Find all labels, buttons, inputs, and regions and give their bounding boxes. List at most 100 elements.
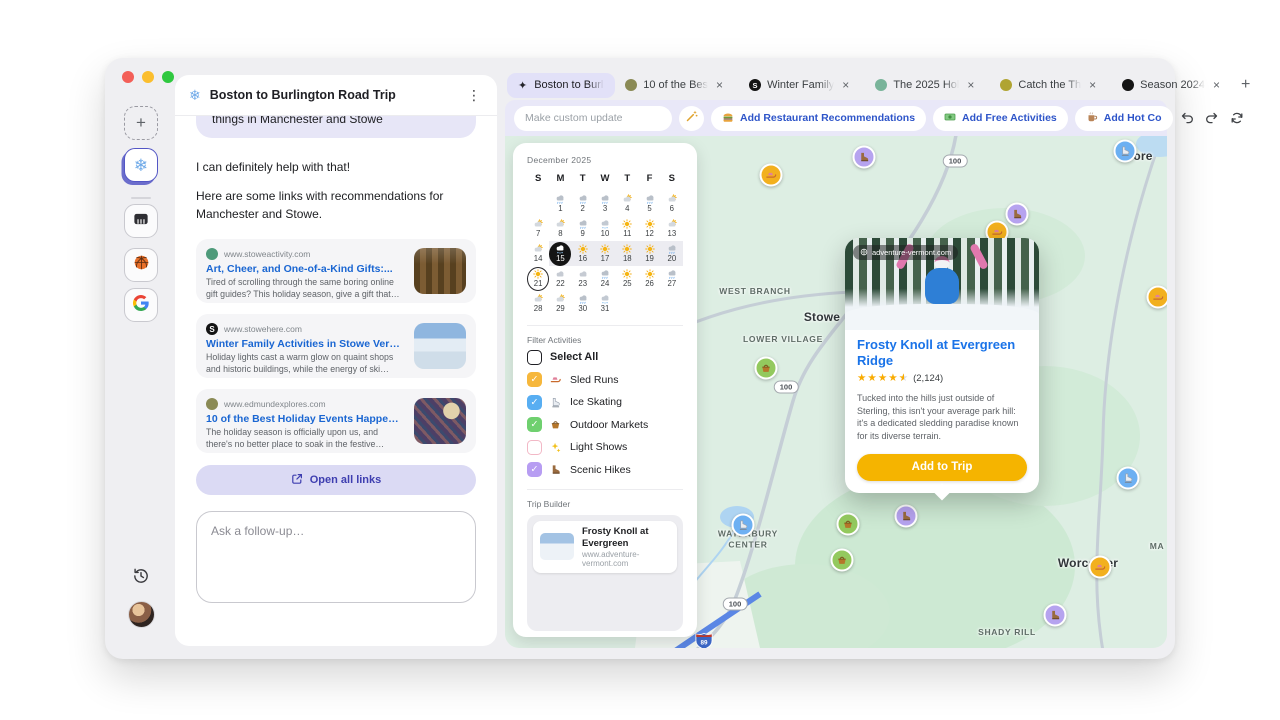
history-button[interactable] xyxy=(132,567,151,586)
calendar-day[interactable]: 13 xyxy=(661,216,683,241)
calendar-day[interactable]: 14 xyxy=(527,241,549,266)
link-card[interactable]: www.edmundexplores.com 10 of the Best Hol… xyxy=(196,389,476,453)
magic-wand-button[interactable] xyxy=(679,105,704,131)
calendar-day[interactable]: 18 xyxy=(616,241,639,266)
checkbox[interactable]: ✓ xyxy=(527,417,542,433)
close-window-button[interactable] xyxy=(122,71,134,83)
calendar-day[interactable]: 8 xyxy=(549,216,571,241)
close-tab-icon[interactable]: × xyxy=(965,78,976,92)
minimize-window-button[interactable] xyxy=(142,71,154,83)
calendar-day[interactable]: 6 xyxy=(661,191,683,216)
close-tab-icon[interactable]: × xyxy=(1211,78,1222,92)
tab-season-2024[interactable]: Season 2024 × xyxy=(1115,73,1229,98)
chip-add-hot-co[interactable]: Add Hot Co xyxy=(1074,105,1173,131)
checkbox[interactable] xyxy=(527,439,542,455)
filter-outdoor-markets[interactable]: ✓ Outdoor Markets xyxy=(527,415,683,436)
calendar-day[interactable]: 24 xyxy=(594,266,616,291)
follow-up-input[interactable] xyxy=(196,511,476,603)
sidebar-item-trip-space[interactable]: ❄ xyxy=(124,148,158,182)
calendar-day[interactable]: 16 xyxy=(571,241,594,266)
calendar-day[interactable]: 5 xyxy=(638,191,660,216)
calendar-day[interactable]: 30 xyxy=(572,291,594,316)
chat-menu-button[interactable]: ⋮ xyxy=(465,88,483,102)
map-marker-hike[interactable] xyxy=(1005,202,1029,226)
filter-sled-runs[interactable]: ✓ Sled Runs xyxy=(527,370,683,391)
link-title[interactable]: Art, Cheer, and One-of-a-Kind Gifts:... xyxy=(206,263,404,275)
add-to-trip-button[interactable]: Add to Trip xyxy=(857,453,1027,481)
map-marker-skate[interactable] xyxy=(1113,139,1137,163)
sidebar-item-sports-space[interactable] xyxy=(124,248,158,282)
close-tab-icon[interactable]: × xyxy=(1087,78,1098,92)
checkbox[interactable]: ✓ xyxy=(527,372,542,388)
filter-light-shows[interactable]: Light Shows xyxy=(527,437,683,458)
map-marker-market[interactable] xyxy=(754,356,778,380)
calendar-day[interactable]: 12 xyxy=(638,216,660,241)
calendar-day[interactable]: 17 xyxy=(593,241,617,266)
link-title[interactable]: Winter Family Activities in Stowe Vermon… xyxy=(206,338,404,350)
calendar-day[interactable]: 29 xyxy=(549,291,571,316)
map-marker-hike[interactable] xyxy=(1043,603,1067,627)
user-avatar[interactable] xyxy=(128,601,155,628)
chip-add-free-activities[interactable]: Add Free Activities xyxy=(933,105,1068,131)
redo-button[interactable] xyxy=(1205,111,1219,125)
calendar-day[interactable]: 2 xyxy=(572,191,594,216)
calendar-day[interactable]: 27 xyxy=(661,266,683,291)
map-marker-sled[interactable] xyxy=(1146,285,1167,309)
map-marker-hike[interactable] xyxy=(852,145,876,169)
tab-winter-family[interactable]: S Winter Family × xyxy=(742,73,858,98)
map-marker-hike[interactable] xyxy=(894,504,918,528)
checkbox[interactable] xyxy=(527,349,542,365)
calendar-day[interactable]: 11 xyxy=(616,216,638,241)
map-marker-market[interactable] xyxy=(830,548,854,572)
checkbox[interactable]: ✓ xyxy=(527,394,542,410)
new-tab-button[interactable]: + xyxy=(1237,76,1254,94)
link-card[interactable]: Swww.stowehere.com Winter Family Activiti… xyxy=(196,314,476,378)
calendar-day-number: 29 xyxy=(556,303,565,313)
zoom-window-button[interactable] xyxy=(162,71,174,83)
map-marker-sled[interactable] xyxy=(759,163,783,187)
map-marker-skate[interactable] xyxy=(731,513,755,537)
calendar-day[interactable]: 22 xyxy=(549,266,571,291)
close-tab-icon[interactable]: × xyxy=(840,78,851,92)
calendar-day[interactable]: 19 xyxy=(638,241,661,266)
sidebar-item-piano-space[interactable] xyxy=(124,204,158,238)
calendar-day[interactable]: 3 xyxy=(594,191,616,216)
map-marker-skate[interactable] xyxy=(1116,466,1140,490)
calendar-day[interactable]: 4 xyxy=(616,191,638,216)
filter-ice-skating[interactable]: ✓ Ice Skating xyxy=(527,392,683,413)
link-title[interactable]: 10 of the Best Holiday Events Happening.… xyxy=(206,413,404,425)
link-card[interactable]: www.stoweactivity.com Art, Cheer, and One… xyxy=(196,239,476,303)
filter-scenic-hikes[interactable]: ✓ Scenic Hikes xyxy=(527,460,683,481)
tab-10-of-the-bes[interactable]: 10 of the Bes × xyxy=(618,73,732,98)
map-marker-market[interactable] xyxy=(836,512,860,536)
open-all-links-button[interactable]: Open all links xyxy=(196,465,476,495)
close-tab-icon[interactable]: × xyxy=(714,78,725,92)
tab-catch-the-th[interactable]: Catch the Th × xyxy=(993,73,1105,98)
filter-select-all[interactable]: Select All xyxy=(527,347,683,368)
calendar-day[interactable]: 25 xyxy=(616,266,638,291)
checkbox[interactable]: ✓ xyxy=(527,462,542,478)
calendar-day[interactable]: 10 xyxy=(594,216,616,241)
map-view[interactable]: December 2025 S M T W T F S 1 2 3 4 5 6 7 8 9 10 11 12 13 14… xyxy=(505,136,1167,648)
calendar-day[interactable]: 21 xyxy=(527,266,550,291)
calendar-day[interactable]: 9 xyxy=(572,216,594,241)
map-marker-sled[interactable] xyxy=(1088,555,1112,579)
calendar-day[interactable]: 31 xyxy=(594,291,616,316)
calendar-day[interactable]: 23 xyxy=(572,266,594,291)
calendar-day[interactable]: 20 xyxy=(660,241,683,266)
sidebar-item-google-space[interactable] xyxy=(124,288,158,322)
tab-the-2025-hol[interactable]: The 2025 Hol × xyxy=(868,73,983,98)
tab-boston-to-burling[interactable]: ✦ Boston to Burling xyxy=(507,72,616,98)
chip-add-restaurant-recommendations[interactable]: Add Restaurant Recommendations xyxy=(711,105,927,131)
location-title[interactable]: Frosty Knoll at Evergreen Ridge xyxy=(857,337,1027,368)
trip-builder-card[interactable]: Frosty Knoll at Evergreen www.adventure-… xyxy=(533,521,677,573)
calendar-day[interactable]: 28 xyxy=(527,291,549,316)
new-space-button[interactable]: + xyxy=(124,106,158,140)
refresh-button[interactable] xyxy=(1230,111,1244,125)
calendar-day[interactable]: 7 xyxy=(527,216,549,241)
calendar-day[interactable]: 26 xyxy=(638,266,660,291)
undo-button[interactable] xyxy=(1180,111,1194,125)
calendar-day[interactable]: 15 xyxy=(549,241,572,266)
custom-update-input[interactable] xyxy=(514,105,672,131)
calendar-day[interactable]: 1 xyxy=(549,191,571,216)
